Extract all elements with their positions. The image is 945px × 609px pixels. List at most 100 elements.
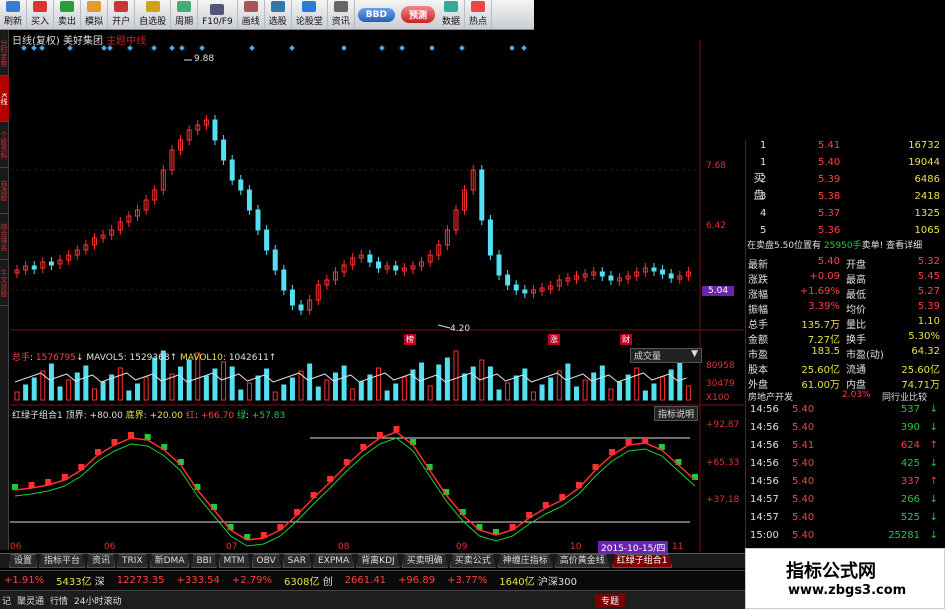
marker-limit-up[interactable]: 涨 bbox=[548, 334, 560, 345]
index-chinext[interactable]: 6308亿 创 bbox=[284, 573, 333, 588]
tab-intraday[interactable]: 分时走势 bbox=[0, 30, 9, 76]
index-hs300[interactable]: 1640亿 沪深300 bbox=[499, 573, 577, 588]
tab-bbi[interactable]: BBI bbox=[191, 554, 217, 568]
tab-profile[interactable]: 个股资料 bbox=[0, 122, 9, 168]
toolbar-f10-button[interactable]: F10/F9 bbox=[198, 0, 238, 29]
tab-buy-sell-formula[interactable]: 买卖公式 bbox=[449, 554, 496, 568]
volume-bar bbox=[14, 391, 20, 401]
tab-info[interactable]: 资讯 bbox=[87, 554, 116, 568]
toolbar-open-account-button[interactable]: 开户 bbox=[108, 0, 136, 29]
toolbar-draw-button[interactable]: 画线 bbox=[238, 0, 265, 29]
volume-bar bbox=[419, 362, 425, 401]
red-line bbox=[14, 431, 696, 541]
tab-buy-sell-clear[interactable]: 买卖明确 bbox=[401, 554, 448, 568]
tab-gold-line[interactable]: 高价黄金线 bbox=[554, 554, 610, 568]
indicator-dropdown[interactable]: 成交量 ▼ bbox=[630, 348, 702, 363]
toolbar-data-button[interactable]: 数据 bbox=[438, 0, 465, 29]
signal-diamond bbox=[179, 45, 185, 51]
tab-kdj[interactable]: 背离KDJ bbox=[356, 554, 400, 568]
toolbar-period-button[interactable]: 周期 bbox=[171, 0, 199, 29]
tab-trix[interactable]: TRIX bbox=[117, 554, 148, 568]
tick-price: 5.40 bbox=[792, 404, 815, 415]
candle-body bbox=[246, 189, 252, 211]
index-shenzhen[interactable]: 5433亿 深 bbox=[56, 573, 105, 588]
status-item-market[interactable]: 行情 bbox=[50, 594, 68, 607]
special-topic-button[interactable]: 专题 bbox=[594, 593, 625, 607]
signal-diamond bbox=[399, 45, 405, 51]
candle-body bbox=[599, 271, 605, 277]
tab-watchlist[interactable]: 自选股 bbox=[0, 168, 9, 214]
order-book-row[interactable]: 5 5.36 1065 bbox=[760, 225, 942, 236]
toolbar-forum-button[interactable]: 论股堂 bbox=[292, 0, 328, 29]
tick-time: 14:56 bbox=[750, 404, 779, 415]
quote-row: 总手 135.7万 量比 1.10 bbox=[748, 316, 942, 331]
tab-ranking[interactable]: 综合排名 bbox=[0, 214, 9, 260]
tab-expma[interactable]: EXPMA bbox=[312, 554, 355, 568]
marker-finance[interactable]: 财 bbox=[620, 334, 632, 345]
chart-canvas[interactable] bbox=[10, 40, 744, 552]
tab-dealer[interactable]: 神缠庄指标 bbox=[497, 554, 553, 568]
sector-name[interactable]: 房地产开发 bbox=[748, 390, 793, 403]
volume-bar bbox=[384, 390, 390, 401]
order-price: 5.37 bbox=[818, 208, 841, 219]
tick-volume: 337 bbox=[900, 476, 920, 487]
order-level: 1 bbox=[760, 140, 767, 151]
volume-bar bbox=[642, 390, 648, 401]
toolbar-buy-button[interactable]: 买入 bbox=[27, 0, 55, 29]
screener-icon bbox=[270, 1, 285, 12]
volume-bar bbox=[135, 383, 141, 401]
tab-dma[interactable]: 新DMA bbox=[149, 554, 190, 568]
order-book-row[interactable]: 3 5.38 2418 bbox=[760, 191, 942, 202]
volume-bar bbox=[57, 386, 63, 401]
order-book-row[interactable]: 4 5.37 1325 bbox=[760, 208, 942, 219]
candle-body bbox=[31, 265, 37, 270]
x-label-5: 10 bbox=[570, 542, 582, 552]
volume-bar bbox=[573, 386, 579, 401]
tab-kline[interactable]: K线 bbox=[0, 76, 9, 122]
tab-red-green[interactable]: 红绿子组合1 bbox=[611, 554, 673, 568]
tab-indicator-platform[interactable]: 指标平台 bbox=[39, 554, 86, 568]
tab-sar[interactable]: SAR bbox=[282, 554, 311, 568]
quote-label: 总手 bbox=[748, 320, 768, 331]
sell-alert[interactable]: 在卖盘5.50位置有 25950手卖单! 查看详细 bbox=[747, 238, 922, 251]
quote-label: 金额 bbox=[748, 335, 768, 346]
order-volume: 2418 bbox=[914, 191, 940, 202]
tab-mtm[interactable]: MTM bbox=[218, 554, 250, 568]
tick-price: 5.40 bbox=[792, 476, 815, 487]
status-item-rolling[interactable]: 24小时滚动 bbox=[74, 594, 121, 607]
order-book-row[interactable]: 1 5.41 16732 bbox=[760, 140, 942, 151]
tab-diagnosis[interactable]: 牛叉诊股 bbox=[0, 260, 9, 306]
toolbar-screener-button[interactable]: 选股 bbox=[265, 0, 292, 29]
quote-label: 市盈 bbox=[748, 350, 768, 361]
volume-bar bbox=[599, 365, 605, 401]
tab-obv[interactable]: OBV bbox=[251, 554, 281, 568]
volume-bar bbox=[289, 377, 295, 401]
forecast-button[interactable]: 预测 bbox=[400, 6, 435, 23]
status-item-jlt[interactable]: 聚灵通 bbox=[17, 594, 44, 607]
tick-price: 5.40 bbox=[792, 422, 815, 433]
left-vertical-tabs: 分时走势 K线 个股资料 自选股 综合排名 牛叉诊股 bbox=[0, 30, 9, 550]
toolbar-sell-button[interactable]: 卖出 bbox=[54, 0, 82, 29]
volume-bar bbox=[48, 363, 54, 401]
volume-bar bbox=[539, 384, 545, 401]
indicator-header: 红绿子组合1 顶界: +80.00 底界: +20.00 红: +66.70 绿… bbox=[12, 411, 286, 421]
marker-rank[interactable]: 榜 bbox=[404, 334, 416, 345]
x-label-6: 11 bbox=[672, 542, 684, 552]
tab-settings[interactable]: 设置 bbox=[9, 554, 38, 568]
order-price: 5.41 bbox=[818, 140, 841, 151]
status-item-log[interactable]: 记 bbox=[2, 594, 11, 607]
signal-diamond bbox=[107, 45, 113, 51]
bbd-button[interactable]: BBD bbox=[357, 7, 395, 22]
tick-time: 14:56 bbox=[750, 458, 779, 469]
toolbar-watchlist-button[interactable]: 自选股 bbox=[135, 0, 172, 29]
quote-label-2: 换手 bbox=[846, 335, 866, 346]
indicator-explain-button[interactable]: 指标说明 bbox=[654, 406, 699, 421]
order-book-row[interactable]: 2 5.39 6486 bbox=[760, 174, 942, 185]
toolbar-refresh-button[interactable]: 刷新 bbox=[0, 0, 28, 29]
signal-diamond bbox=[521, 45, 527, 51]
sector-compare-link[interactable]: 同行业比较 bbox=[882, 390, 927, 403]
toolbar-news-button[interactable]: 资讯 bbox=[328, 0, 355, 29]
toolbar-hot-button[interactable]: 热点 bbox=[465, 0, 492, 29]
order-book-row[interactable]: 1 5.40 19044 bbox=[760, 157, 942, 168]
toolbar-simulate-button[interactable]: 模拟 bbox=[81, 0, 109, 29]
